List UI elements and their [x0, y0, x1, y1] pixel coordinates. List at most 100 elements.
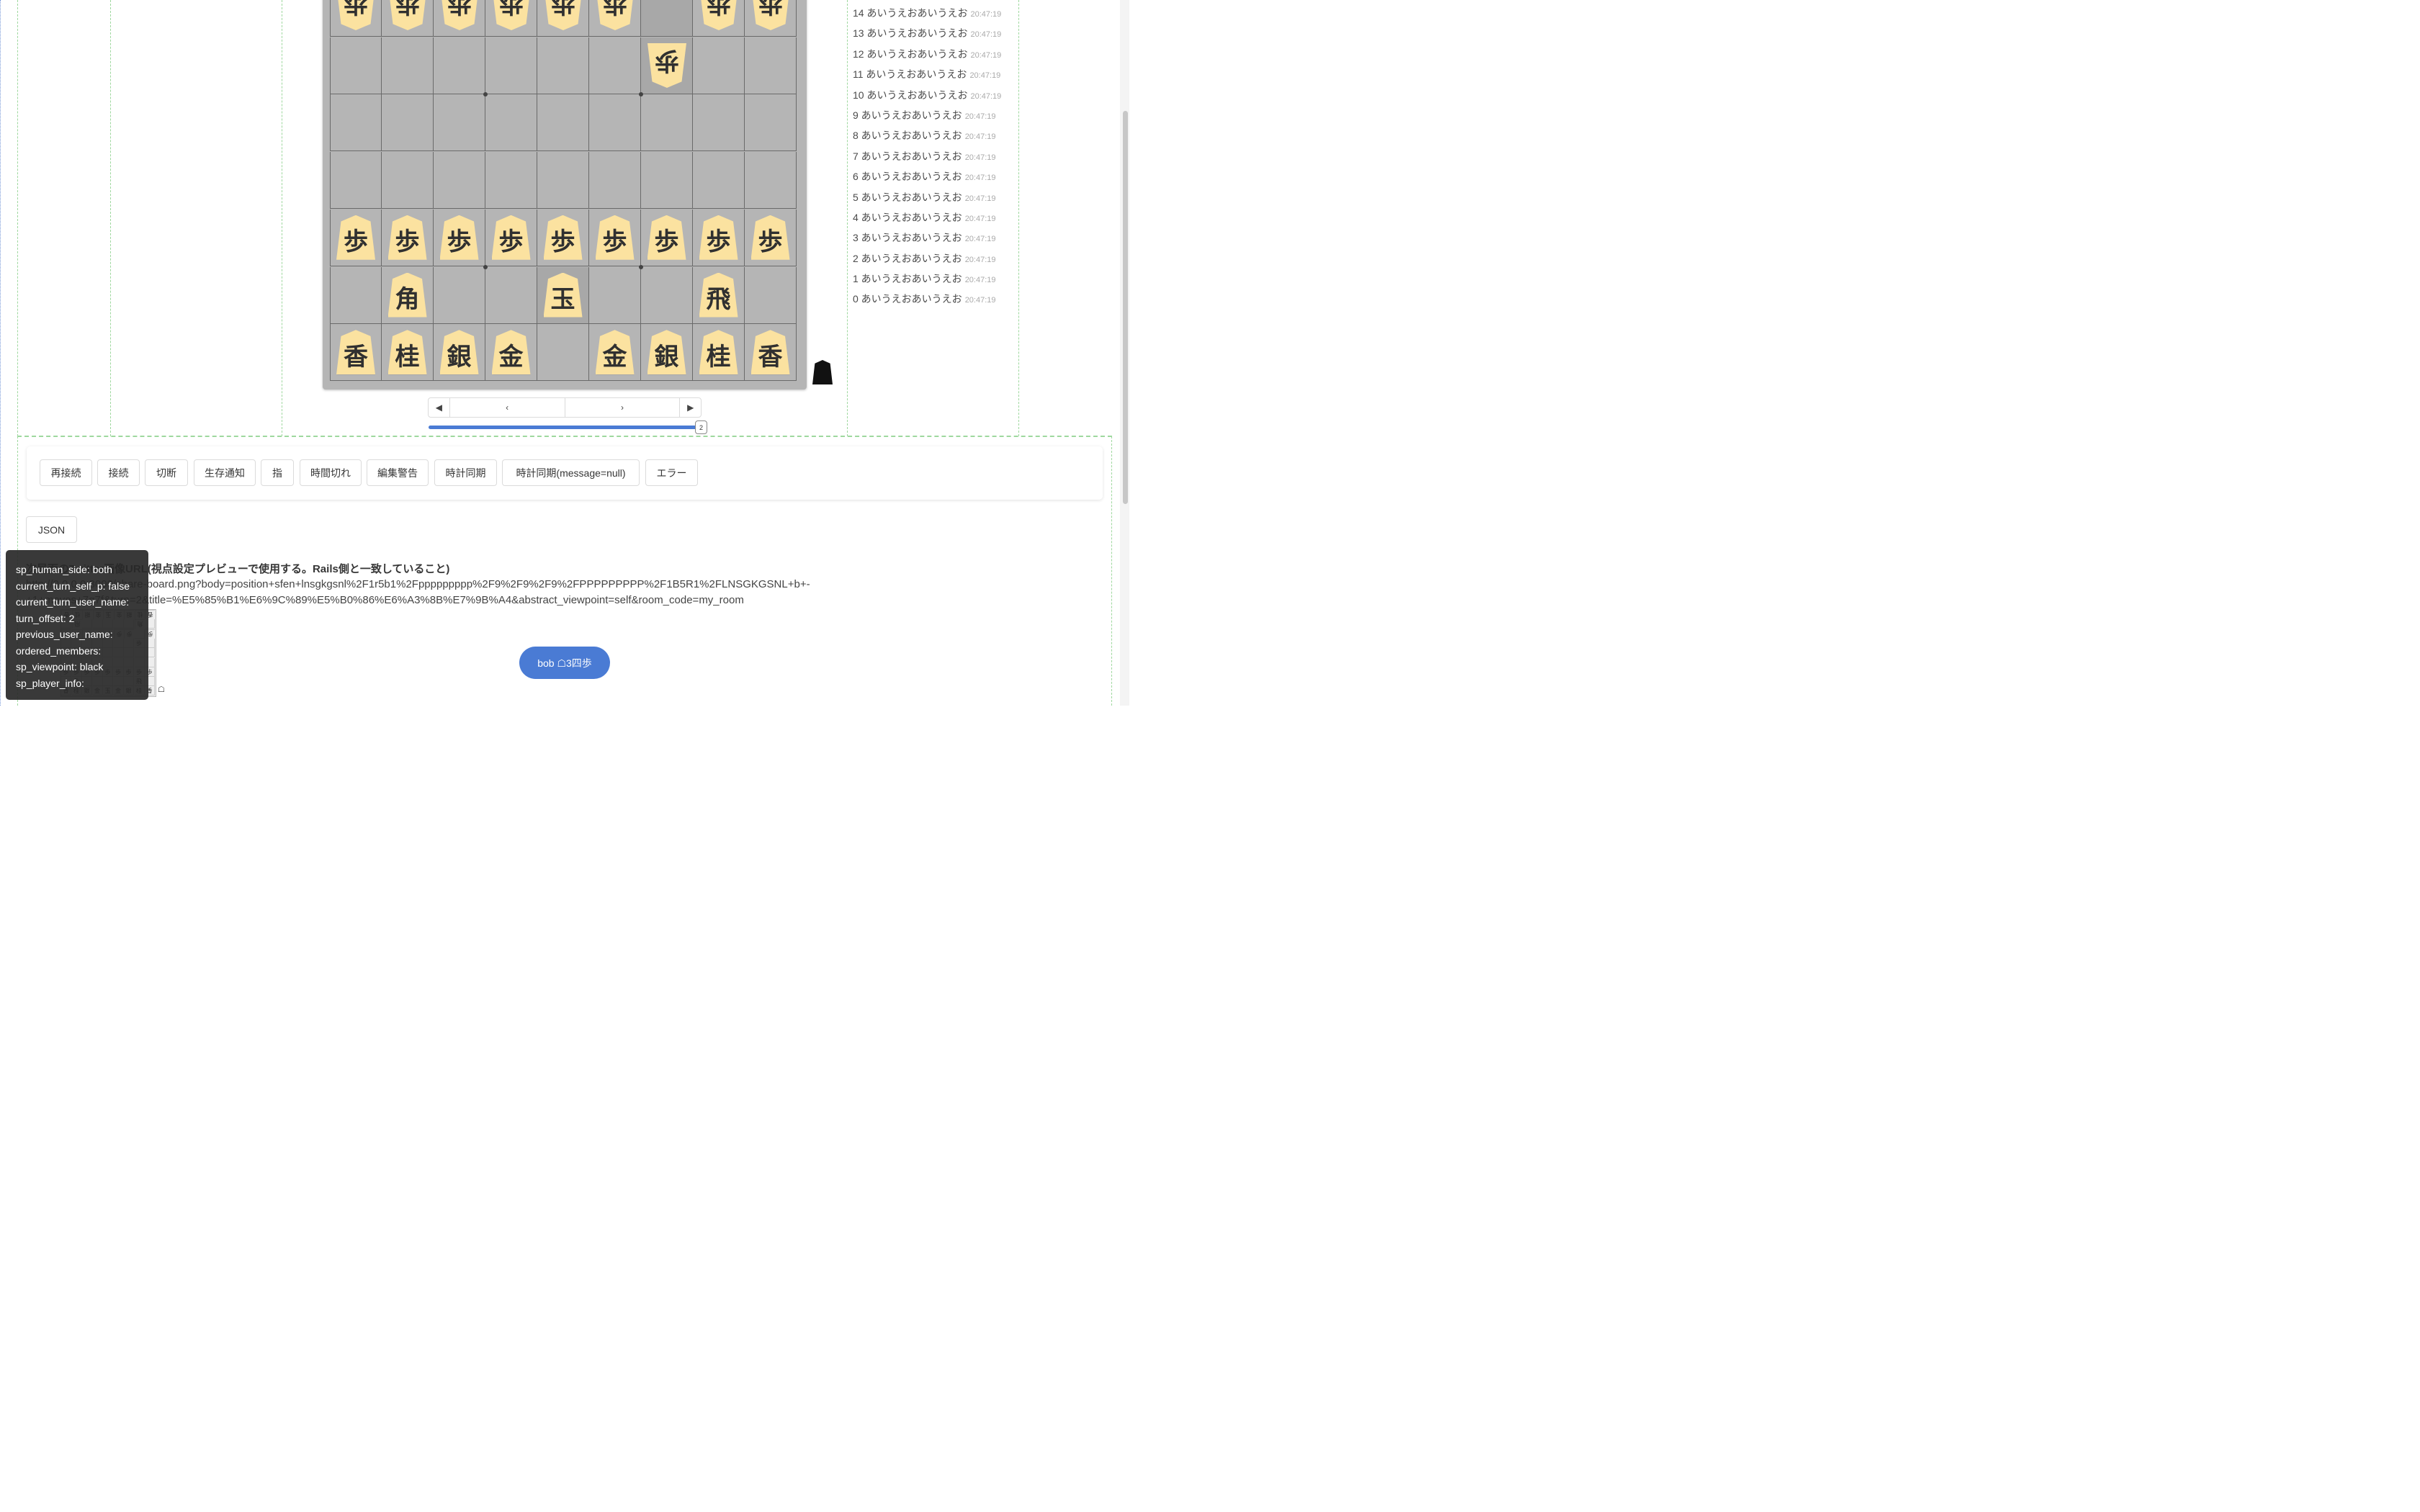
board-cell[interactable] — [589, 266, 641, 324]
shogi-piece[interactable]: 歩 — [596, 0, 635, 30]
board-cell[interactable] — [434, 266, 485, 324]
shogi-piece[interactable]: 玉 — [543, 272, 583, 318]
shogi-piece[interactable]: 香 — [750, 330, 790, 375]
first-move-button[interactable]: ◀ — [429, 398, 450, 417]
board-cell[interactable]: 玉 — [537, 266, 589, 324]
shogi-piece[interactable]: 銀 — [439, 330, 479, 375]
shogi-piece[interactable]: 歩 — [336, 215, 375, 260]
board-cell[interactable]: 歩 — [589, 209, 641, 266]
board-cell[interactable]: 香 — [745, 324, 797, 382]
shogi-piece[interactable]: 角 — [387, 272, 427, 318]
next-move-button[interactable]: › — [565, 398, 681, 417]
action-button[interactable]: 時間切れ — [300, 459, 362, 486]
shogi-piece[interactable]: 歩 — [491, 215, 531, 260]
shogi-board[interactable]: 歩歩歩歩歩歩歩歩歩歩歩歩歩歩歩歩歩歩角玉飛香桂銀金金銀桂香 — [330, 0, 799, 382]
board-cell[interactable]: 歩 — [485, 0, 537, 37]
board-cell[interactable] — [330, 152, 382, 210]
shogi-piece[interactable]: 歩 — [492, 0, 531, 30]
shogi-piece[interactable]: 歩 — [543, 215, 583, 260]
shogi-piece[interactable]: 香 — [336, 330, 375, 375]
shogi-piece[interactable]: 歩 — [751, 0, 790, 30]
board-cell[interactable] — [434, 152, 485, 210]
board-cell[interactable]: 歩 — [434, 0, 485, 37]
shogi-piece[interactable]: 桂 — [387, 330, 427, 375]
board-cell[interactable] — [745, 152, 797, 210]
shogi-piece[interactable]: 歩 — [439, 215, 479, 260]
board-cell[interactable] — [537, 37, 589, 94]
shogi-piece[interactable]: 桂 — [699, 330, 738, 375]
action-button[interactable]: 時計同期 — [434, 459, 497, 486]
last-move-button[interactable]: ▶ — [680, 398, 701, 417]
shogi-piece[interactable]: 歩 — [750, 215, 790, 260]
board-cell[interactable] — [693, 152, 745, 210]
board-cell[interactable]: 桂 — [693, 324, 745, 382]
action-button[interactable]: エラー — [645, 459, 698, 486]
board-cell[interactable] — [382, 152, 434, 210]
board-cell[interactable] — [589, 37, 641, 94]
board-cell[interactable] — [537, 324, 589, 382]
board-cell[interactable] — [485, 37, 537, 94]
prev-move-button[interactable]: ‹ — [450, 398, 565, 417]
board-cell[interactable]: 歩 — [693, 0, 745, 37]
board-cell[interactable]: 銀 — [641, 324, 693, 382]
board-cell[interactable] — [589, 152, 641, 210]
board-cell[interactable] — [330, 94, 382, 152]
shogi-piece[interactable]: 歩 — [647, 215, 686, 260]
action-button[interactable]: 接続 — [97, 459, 140, 486]
shogi-piece[interactable]: 歩 — [699, 215, 738, 260]
board-cell[interactable] — [641, 94, 693, 152]
board-cell[interactable]: 歩 — [382, 0, 434, 37]
action-button[interactable]: 編集警告 — [367, 459, 429, 486]
board-cell[interactable]: 歩 — [745, 209, 797, 266]
board-cell[interactable]: 香 — [330, 324, 382, 382]
shogi-piece[interactable]: 歩 — [595, 215, 635, 260]
shogi-piece[interactable]: 歩 — [387, 215, 427, 260]
board-cell[interactable] — [745, 266, 797, 324]
board-cell[interactable] — [589, 94, 641, 152]
board-cell[interactable]: 歩 — [693, 209, 745, 266]
board-cell[interactable]: 歩 — [641, 37, 693, 94]
shogi-piece[interactable]: 飛 — [699, 272, 738, 318]
board-cell[interactable]: 歩 — [537, 0, 589, 37]
action-button[interactable]: 切断 — [145, 459, 188, 486]
board-cell[interactable] — [434, 94, 485, 152]
board-cell[interactable]: 銀 — [434, 324, 485, 382]
board-cell[interactable] — [382, 37, 434, 94]
json-button[interactable]: JSON — [26, 516, 77, 543]
board-cell[interactable] — [745, 37, 797, 94]
board-cell[interactable]: 歩 — [589, 0, 641, 37]
board-cell[interactable] — [330, 37, 382, 94]
shogi-piece[interactable]: 金 — [595, 330, 635, 375]
board-cell[interactable] — [434, 37, 485, 94]
board-cell[interactable] — [693, 37, 745, 94]
board-cell[interactable] — [330, 266, 382, 324]
action-button[interactable]: 生存通知 — [194, 459, 256, 486]
board-cell[interactable] — [745, 94, 797, 152]
board-cell[interactable]: 歩 — [434, 209, 485, 266]
board-cell[interactable] — [641, 266, 693, 324]
board-cell[interactable] — [485, 152, 537, 210]
shogi-piece[interactable]: 歩 — [336, 0, 375, 30]
action-button[interactable]: 指 — [261, 459, 294, 486]
board-cell[interactable] — [641, 152, 693, 210]
shogi-piece[interactable]: 歩 — [388, 0, 427, 30]
shogi-piece[interactable]: 歩 — [440, 0, 479, 30]
board-cell[interactable] — [382, 94, 434, 152]
shogi-piece[interactable]: 歩 — [647, 43, 686, 88]
board-cell[interactable]: 歩 — [330, 0, 382, 37]
board-cell[interactable]: 歩 — [537, 209, 589, 266]
board-cell[interactable]: 歩 — [641, 209, 693, 266]
board-cell[interactable]: 歩 — [382, 209, 434, 266]
turn-slider-thumb[interactable]: 2 — [695, 420, 707, 434]
turn-slider-track[interactable] — [429, 426, 699, 429]
board-cell[interactable]: 歩 — [745, 0, 797, 37]
shogi-piece[interactable]: 銀 — [647, 330, 686, 375]
board-cell[interactable] — [537, 94, 589, 152]
black-hand-piece-icon[interactable] — [812, 360, 833, 384]
last-move-button-bob[interactable]: bob ☖3四歩 — [519, 647, 610, 679]
board-cell[interactable] — [537, 152, 589, 210]
board-cell[interactable] — [485, 266, 537, 324]
shogi-piece[interactable]: 歩 — [544, 0, 583, 30]
shogi-piece[interactable]: 歩 — [699, 0, 738, 30]
board-cell[interactable] — [693, 94, 745, 152]
